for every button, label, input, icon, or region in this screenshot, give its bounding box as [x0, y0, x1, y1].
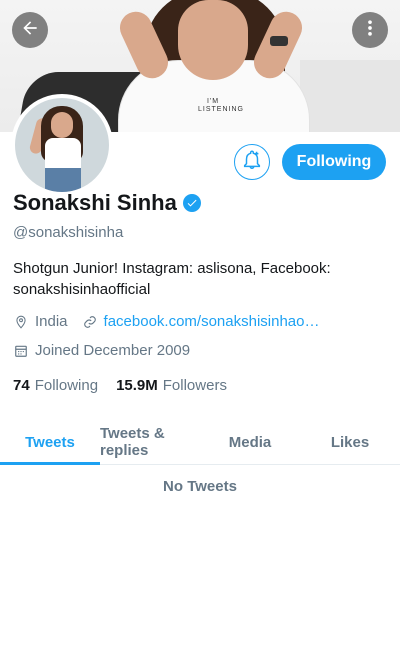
profile-meta-row: India facebook.com/sonakshisinhao… — [13, 313, 320, 330]
more-vertical-icon — [360, 18, 380, 43]
more-options-button[interactable] — [352, 12, 388, 48]
avatar-face — [51, 112, 73, 138]
tab-likes[interactable]: Likes — [300, 420, 400, 464]
banner-shape — [300, 60, 400, 132]
profile-joined-date: Joined December 2009 — [35, 342, 191, 359]
arrow-left-icon — [20, 18, 40, 43]
following-stat[interactable]: 74 Following — [13, 377, 98, 394]
tab-media[interactable]: Media — [200, 420, 300, 464]
followers-stat[interactable]: 15.9M Followers — [116, 377, 227, 394]
tab-tweets[interactable]: Tweets — [0, 420, 100, 465]
bell-plus-icon — [241, 149, 263, 176]
followers-count: 15.9M — [116, 377, 158, 394]
following-count: 74 — [13, 377, 30, 394]
profile-website-link[interactable]: facebook.com/sonakshisinhao… — [104, 313, 320, 330]
calendar-icon — [13, 343, 29, 359]
profile-handle: @sonakshisinha — [13, 224, 124, 241]
tab-tweets-and-replies[interactable]: Tweets & replies — [100, 420, 200, 464]
followers-label: Followers — [162, 377, 227, 394]
profile-location: India — [35, 313, 68, 330]
back-button[interactable] — [12, 12, 48, 48]
following-label: Following — [34, 377, 99, 394]
profile-name-row: Sonakshi Sinha — [13, 190, 201, 216]
profile-name: Sonakshi Sinha — [13, 190, 177, 215]
profile-meta-row: Joined December 2009 — [13, 342, 190, 359]
notifications-button[interactable] — [234, 144, 270, 180]
link-icon — [82, 314, 98, 330]
location-pin-icon — [13, 314, 29, 330]
banner-watch — [270, 36, 288, 46]
following-button[interactable]: Following — [282, 144, 386, 180]
profile-bio: Shotgun Junior! Instagram: aslisona, Fac… — [13, 260, 331, 298]
banner-person-face — [178, 0, 248, 80]
banner-shirt-text: I'M LISTENING — [198, 98, 244, 113]
verified-badge-icon — [182, 194, 201, 212]
follow-stats: 74 Following 15.9M Followers — [13, 377, 245, 394]
avatar[interactable] — [11, 94, 113, 196]
empty-timeline-message: No Tweets — [163, 478, 237, 495]
profile-tabs: Tweets Tweets & replies Media Likes — [0, 420, 400, 465]
